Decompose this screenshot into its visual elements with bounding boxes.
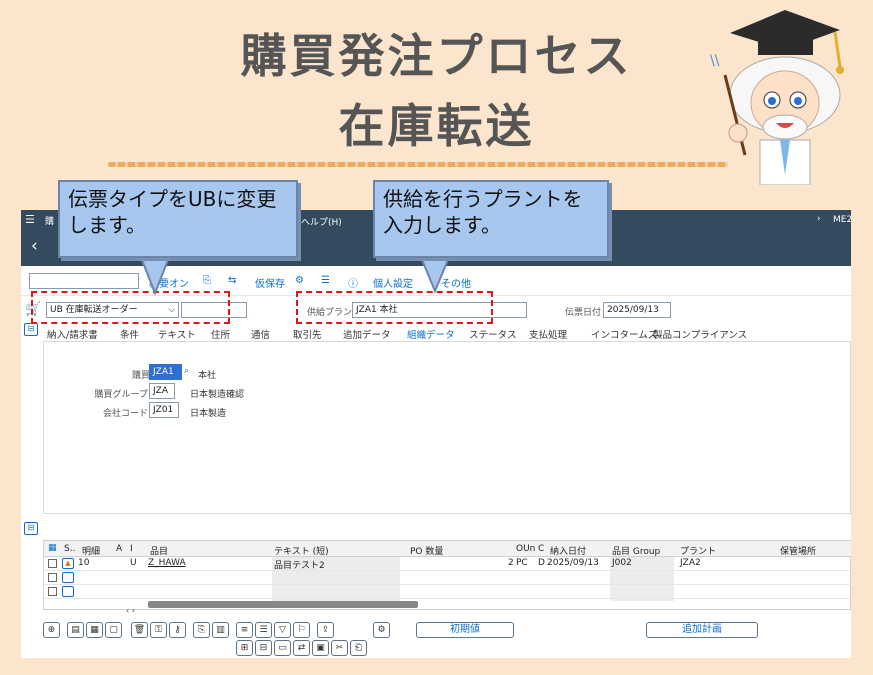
callout-doc-type: 伝票タイプをUBに変更します。 xyxy=(58,180,298,258)
callout-pointers xyxy=(138,254,452,296)
callout-supply-plant: 供給を行うプラントを入力します。 xyxy=(373,180,609,258)
